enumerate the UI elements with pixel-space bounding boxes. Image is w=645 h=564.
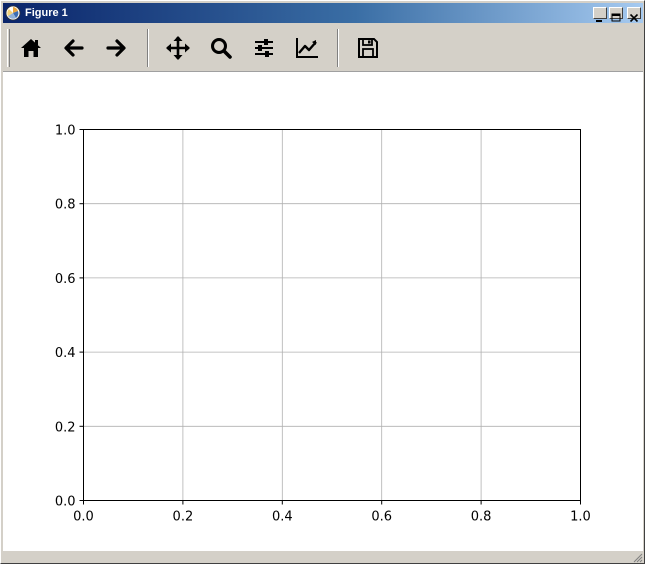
window-title: Figure 1 (25, 7, 68, 19)
save-button[interactable] (354, 34, 382, 62)
x-tick-label: 1.0 (570, 510, 591, 525)
figure-window: Figure 1 0.0 0.2 0.4 0.6 0.8 1.0 0.0 0.2… (0, 0, 645, 564)
x-tick-label: 0.8 (471, 510, 492, 525)
x-tick-label: 0.6 (371, 510, 392, 525)
toolbar-separator (147, 29, 149, 67)
toolbar-grip[interactable] (7, 29, 10, 67)
arrow-right-icon (106, 39, 126, 57)
y-tick-label: 0.6 (55, 272, 76, 287)
pan-button[interactable] (164, 34, 192, 62)
axes-frame (83, 129, 581, 501)
figure-canvas[interactable]: 0.0 0.2 0.4 0.6 0.8 1.0 0.0 0.2 0.4 0.6 0.8 1.0 (3, 71, 643, 551)
grid-lines (83, 129, 581, 501)
status-bar (3, 551, 643, 563)
sliders-icon (255, 39, 273, 57)
toolbar-separator (337, 29, 339, 67)
y-tick-label: 0.8 (55, 198, 76, 213)
x-tick-label: 0.0 (73, 510, 94, 525)
minimize-button[interactable] (593, 7, 607, 22)
customize-button[interactable] (293, 34, 321, 62)
y-tick-label: 0.4 (55, 346, 76, 361)
move-arrows-icon (166, 36, 190, 60)
line-chart-icon (296, 38, 318, 58)
x-tick-label: 0.4 (272, 510, 293, 525)
axis-ticks: 0.0 0.2 0.4 0.6 0.8 1.0 0.0 0.2 0.4 0.6 0.8 1.0 (55, 124, 591, 525)
floppy-disk-icon (358, 38, 378, 58)
forward-button[interactable] (102, 34, 130, 62)
home-button[interactable] (17, 34, 45, 62)
subplots-button[interactable] (250, 34, 278, 62)
back-button[interactable] (60, 34, 88, 62)
minimize-icon (596, 20, 602, 22)
y-tick-label: 0.2 (55, 420, 76, 435)
close-button[interactable] (627, 7, 641, 23)
zoom-button[interactable] (207, 34, 235, 62)
maximize-button[interactable] (609, 7, 623, 22)
home-icon (21, 39, 41, 57)
y-tick-label: 0.0 (55, 495, 76, 510)
plot-area[interactable]: 0.0 0.2 0.4 0.6 0.8 1.0 0.0 0.2 0.4 0.6 0.8 1.0 (3, 72, 643, 552)
arrow-left-icon (64, 39, 84, 57)
matplotlib-app-icon (5, 5, 21, 21)
maximize-icon (611, 13, 621, 22)
x-tick-label: 0.2 (173, 510, 194, 525)
title-bar[interactable]: Figure 1 (3, 3, 643, 23)
magnifier-icon (211, 38, 232, 59)
close-icon (629, 13, 639, 23)
y-tick-label: 1.0 (55, 124, 76, 139)
navigation-toolbar (3, 25, 643, 71)
resize-grip-icon[interactable] (631, 551, 643, 563)
